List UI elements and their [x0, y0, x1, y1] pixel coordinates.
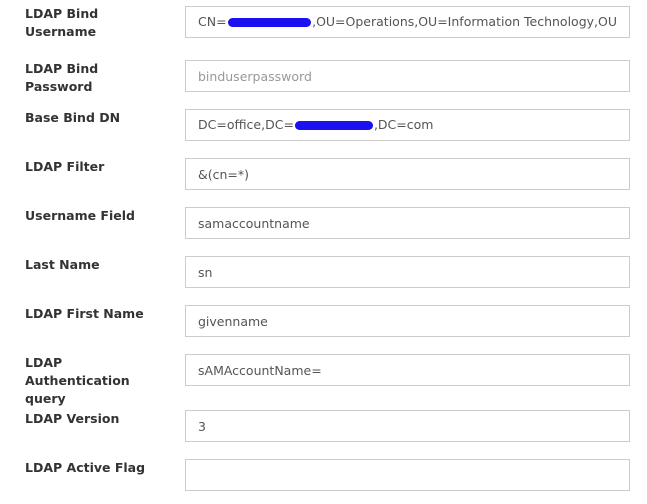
ldap-version-input[interactable] — [185, 410, 630, 442]
username-field-input[interactable] — [185, 207, 630, 239]
last-name-label: Last Name — [25, 257, 100, 272]
username-field-label: Username Field — [25, 208, 135, 223]
bind-password-input[interactable] — [185, 60, 630, 92]
last-name-input[interactable] — [185, 256, 630, 288]
auth-query-input[interactable] — [185, 354, 630, 386]
redaction-mark — [294, 120, 373, 130]
base-bind-dn-value-prefix: DC=office,DC= — [198, 117, 294, 132]
base-bind-dn-value-suffix: ,DC=com — [373, 117, 434, 132]
ldap-filter-input[interactable] — [185, 158, 630, 190]
ldap-version-label: LDAP Version — [25, 411, 120, 426]
bind-username-value-prefix: CN= — [198, 14, 227, 29]
redaction-mark — [227, 17, 312, 27]
bind-username-label: LDAP Bind Username — [25, 6, 99, 39]
bind-username-value-suffix: ,OU=Operations,OU=Information Technology… — [312, 14, 617, 29]
bind-password-label: LDAP Bind Password — [25, 61, 99, 94]
first-name-input[interactable] — [185, 305, 630, 337]
active-flag-label: LDAP Active Flag — [25, 460, 146, 475]
base-bind-dn-input[interactable]: DC=office,DC= ,DC=com — [185, 109, 630, 141]
bind-username-input[interactable]: CN= ,OU=Operations,OU=Information Techno… — [185, 6, 630, 38]
active-flag-input[interactable] — [185, 459, 630, 491]
auth-query-label: LDAP Authentication query — [25, 355, 130, 406]
first-name-label: LDAP First Name — [25, 306, 144, 321]
ldap-filter-label: LDAP Filter — [25, 159, 105, 174]
base-bind-dn-label: Base Bind DN — [25, 110, 121, 125]
